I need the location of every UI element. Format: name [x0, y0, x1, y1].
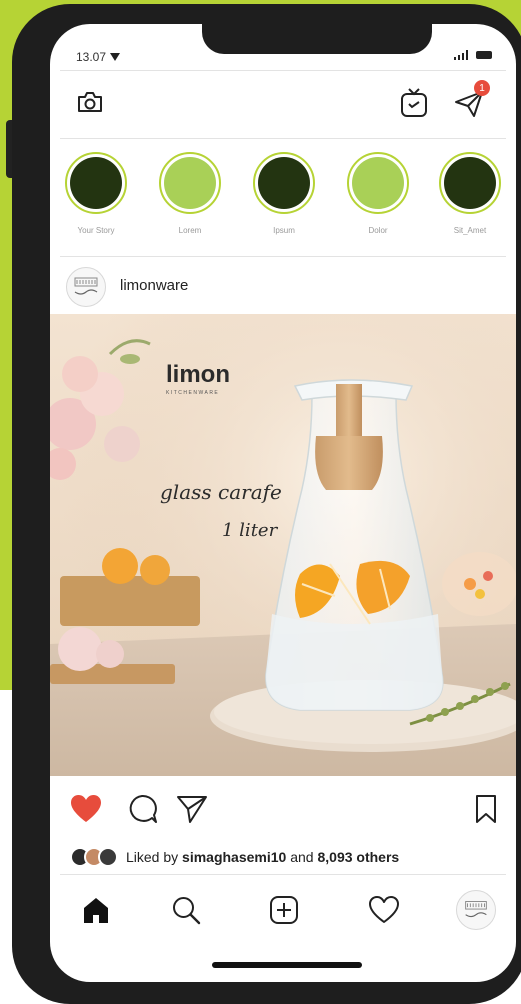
liked-middle: and — [290, 849, 314, 865]
liked-by-row[interactable]: Liked by simaghasemi10 and 8,093 others — [70, 842, 399, 872]
story-ring — [347, 152, 409, 214]
story-label: Ipsum — [273, 226, 295, 235]
nav-profile[interactable] — [454, 888, 498, 932]
location-arrow-icon — [110, 53, 121, 61]
story-lorem[interactable]: Lorem — [150, 152, 230, 235]
story-label: Your Story — [77, 226, 115, 235]
camera-icon[interactable] — [76, 90, 104, 114]
story-ring — [159, 152, 221, 214]
top-bar: 1 — [50, 76, 516, 136]
story-ipsum[interactable]: Ipsum — [244, 152, 324, 235]
caption-line-2: 1 liter — [222, 520, 279, 541]
add-post-icon — [270, 896, 298, 924]
status-divider — [60, 70, 506, 71]
nav-home[interactable] — [74, 888, 118, 932]
liked-user[interactable]: simaghasemi10 — [182, 849, 286, 865]
signal-icon — [454, 50, 468, 60]
bottom-nav — [50, 880, 516, 940]
story-dolor[interactable]: Dolor — [338, 152, 418, 235]
story-ring — [65, 152, 127, 214]
notification-badge: 1 — [474, 80, 490, 96]
search-icon — [173, 897, 201, 925]
notification-badge-count: 1 — [479, 82, 485, 94]
liker-avatar — [98, 847, 118, 867]
nav-search[interactable] — [164, 888, 208, 932]
story-your-story[interactable]: Your Story — [56, 152, 136, 235]
story-label: Sit_Amet — [453, 226, 487, 235]
phone-screen: 13.07 1 Your Story Lorem Ipsum Dolor Sit… — [50, 24, 516, 982]
igtv-icon[interactable] — [400, 88, 428, 118]
stories-row: Your Story Lorem Ipsum Dolor Sit_Amet — [50, 144, 516, 254]
home-icon — [84, 898, 108, 923]
post-username[interactable]: limonware — [120, 277, 188, 294]
profile-avatar — [456, 890, 496, 930]
heart-outline-icon — [369, 896, 399, 923]
status-icons — [454, 50, 492, 60]
post-header: limonware — [50, 262, 516, 312]
story-sit-amet[interactable]: Sit_Amet — [430, 152, 510, 235]
share-icon[interactable] — [176, 794, 208, 824]
post-avatar[interactable] — [66, 267, 106, 307]
brand-name: limon — [166, 361, 230, 388]
nav-new-post[interactable] — [262, 888, 306, 932]
status-time-text: 13.07 — [76, 50, 107, 64]
nav-divider — [60, 874, 506, 875]
phone-frame: 13.07 1 Your Story Lorem Ipsum Dolor Sit… — [12, 4, 521, 1004]
stories-divider — [60, 256, 506, 257]
story-label: Dolor — [368, 226, 388, 235]
brand-subtitle: KITCHENWARE — [166, 390, 219, 396]
nav-activity[interactable] — [362, 888, 406, 932]
phone-notch — [202, 24, 432, 54]
limonware-logo-icon — [465, 901, 487, 918]
post-photo: limon KITCHENWARE glass carafe 1 liter — [50, 314, 516, 776]
post-image[interactable]: limon KITCHENWARE glass carafe 1 liter — [50, 314, 516, 776]
bookmark-icon[interactable] — [474, 794, 498, 824]
top-bar-divider — [60, 138, 506, 139]
post-actions — [50, 784, 516, 834]
liked-avatars — [70, 847, 118, 867]
limonware-logo-icon — [74, 277, 98, 295]
comment-icon[interactable] — [126, 794, 158, 824]
story-ring — [439, 152, 501, 214]
story-label: Lorem — [178, 226, 202, 235]
liked-count[interactable]: 8,093 others — [317, 849, 399, 865]
battery-icon — [476, 51, 492, 59]
status-time: 13.07 — [76, 50, 121, 64]
liked-prefix: Liked by — [126, 849, 179, 865]
story-ring — [253, 152, 315, 214]
caption-line-1: glass carafe — [160, 480, 282, 504]
liked-by-text: Liked by simaghasemi10 and 8,093 others — [126, 849, 399, 865]
heart-filled-icon[interactable] — [70, 794, 102, 824]
home-indicator[interactable] — [212, 962, 362, 968]
